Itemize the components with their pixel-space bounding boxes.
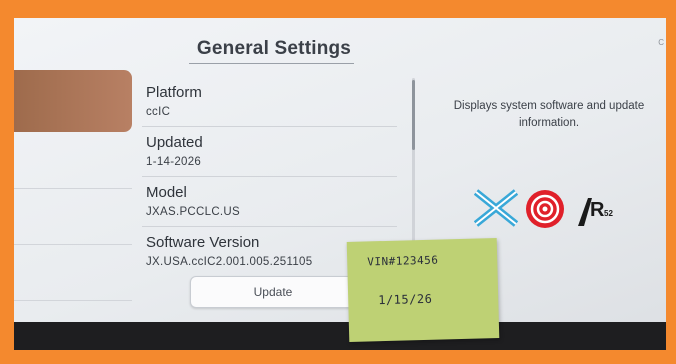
row-value: JX.USA.ccIC2.001.005.251105 [146,256,313,268]
scrollbar-thumb[interactable] [412,80,415,150]
cross-mark-icon [474,189,518,227]
red-dot-award-icon [526,190,564,228]
page-title: General Settings [196,38,352,59]
row-label: Software Version [146,234,260,251]
display-bezel [14,322,666,350]
title-underline [189,63,354,64]
row-label: Platform [146,84,202,101]
certification-logos: R 52 [474,188,664,258]
sidebar-item[interactable] [14,188,132,245]
ir52-award-icon: R 52 [578,198,613,226]
info-row-updated: Updated 1-14-2026 [142,128,397,177]
sidebar-item-selected[interactable] [14,70,132,132]
description-text: Displays system software and update info… [453,100,645,129]
update-button[interactable]: Update [190,276,356,308]
corner-text: C [658,38,664,47]
svg-text:52: 52 [604,209,613,218]
svg-text:R: R [590,199,605,221]
settings-screen: General Settings C Platform ccIC Updated… [14,18,666,332]
sticky-note: VIN#123456 1/15/26 [346,238,500,342]
sidebar [14,70,132,332]
row-label: Updated [146,134,203,151]
row-value: ccIC [146,106,171,118]
row-label: Model [146,184,187,201]
sidebar-item[interactable] [14,132,132,189]
row-value: JXAS.PCCLC.US [146,206,241,218]
row-value: 1-14-2026 [146,156,202,168]
sticky-note-date: 1/15/26 [378,291,433,308]
sidebar-item[interactable] [14,244,132,301]
info-row-platform: Platform ccIC [142,78,397,127]
info-row-model: Model JXAS.PCCLC.US [142,178,397,227]
sticky-note-vin: VIN#123456 [367,253,439,269]
